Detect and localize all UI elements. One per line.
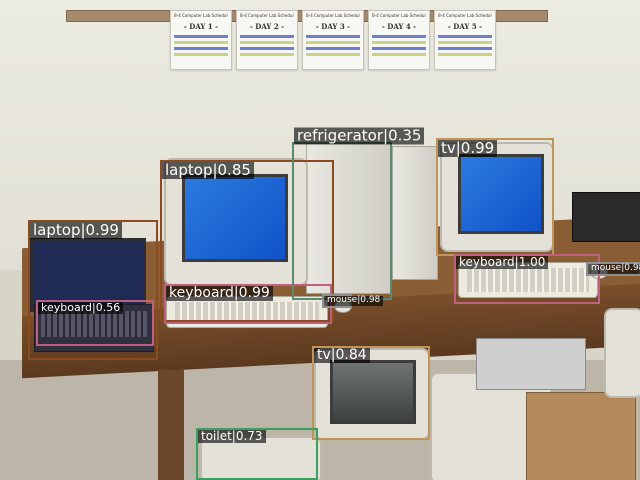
desk-organizer [572,192,640,242]
detection-label: keyboard|1.00 [456,255,549,270]
schedule-sheet-day1: B-4 Computer Lab Schedule - DAY 1 - [170,10,232,70]
table-leg [158,370,184,480]
detection-box-mouse: mouse|0.98 [586,262,640,276]
sheet-title: B-4 Computer Lab Schedule [306,13,360,18]
detection-box-keyboard: keyboard|0.56 [36,300,154,346]
annotated-photo: B-4 Computer Lab Schedule - DAY 1 - B-4 … [0,0,640,480]
detection-label: mouse|0.98 [324,295,384,306]
cardboard-box [526,392,636,480]
detection-box-mouse: mouse|0.98 [322,294,384,308]
crt-monitor [604,308,640,398]
schedule-sheet-day4: B-4 Computer Lab Schedule - DAY 4 - [368,10,430,70]
detection-label: toilet|0.73 [198,429,266,444]
sheet-table [438,35,492,59]
sheet-table [306,35,360,59]
sheet-table [240,35,294,59]
detection-label: mouse|0.98 [588,263,640,274]
sheet-day: - DAY 5 - [447,22,483,31]
schedule-sheet-day5: B-4 Computer Lab Schedule - DAY 5 - [434,10,496,70]
sheet-table [372,35,426,59]
detection-box-tv: tv|0.84 [312,346,430,440]
detection-label: keyboard|0.56 [38,301,124,315]
sheet-day: - DAY 1 - [183,22,219,31]
sheet-title: B-4 Computer Lab Schedule [240,13,294,18]
sheet-table [174,35,228,59]
schedule-sheet-day3: B-4 Computer Lab Schedule - DAY 3 - [302,10,364,70]
detection-label: tv|0.99 [438,140,498,157]
detection-label: laptop|0.99 [30,222,122,239]
sheet-day: - DAY 4 - [381,22,417,31]
sheet-title: B-4 Computer Lab Schedule [372,13,426,18]
detection-label: tv|0.84 [314,347,370,364]
detection-box-keyboard: keyboard|1.00 [454,254,600,304]
sheet-day: - DAY 2 - [249,22,285,31]
detection-label: laptop|0.85 [162,162,254,179]
schedule-sheets: B-4 Computer Lab Schedule - DAY 1 - B-4 … [170,10,500,76]
sheet-title: B-4 Computer Lab Schedule [174,13,228,18]
detection-box-tv: tv|0.99 [436,138,554,256]
detection-box-refrigerator: refrigerator|0.35 [292,127,425,300]
detection-label: keyboard|0.99 [166,285,273,302]
detection-box-toilet: toilet|0.73 [196,428,318,480]
printer [476,338,586,390]
sheet-title: B-4 Computer Lab Schedule [438,13,492,18]
schedule-sheet-day2: B-4 Computer Lab Schedule - DAY 2 - [236,10,298,70]
sheet-day: - DAY 3 - [315,22,351,31]
computer-tower [392,146,438,280]
detection-label: refrigerator|0.35 [294,127,425,144]
